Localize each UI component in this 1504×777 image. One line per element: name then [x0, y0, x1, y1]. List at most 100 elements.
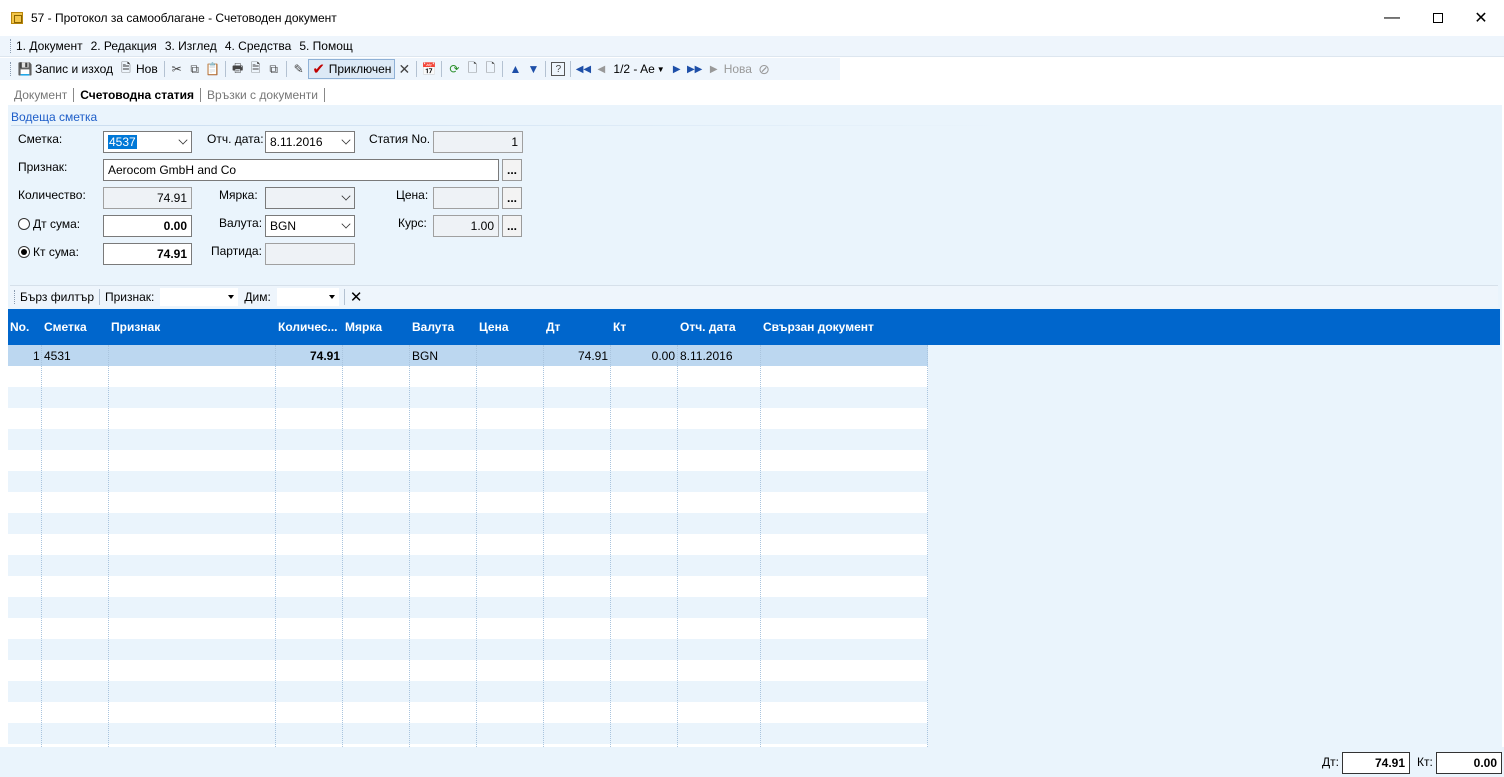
attribute-field[interactable]: Aerocom GmbH and Co	[103, 159, 499, 181]
attribute-browse-button[interactable]: ...	[502, 159, 522, 181]
menu-view[interactable]: 3. Изглед	[165, 39, 217, 53]
filter-attribute-label: Признак:	[105, 289, 155, 304]
rate-browse-button[interactable]: ...	[502, 215, 522, 237]
chevron-down-icon	[228, 294, 235, 299]
page-copy-icon[interactable]: 🗋	[463, 59, 481, 79]
edit-icon[interactable]: ✎	[290, 59, 308, 79]
cell-quantity: 74.91	[309, 349, 340, 363]
menu-document[interactable]: 1. Документ	[16, 39, 83, 53]
quick-filter-bar: Бърз филтър Признак: Дим: ✕	[10, 285, 1498, 307]
tab-document-links[interactable]: Връзки с документи	[201, 85, 324, 105]
col-linked-document[interactable]: Свързан документ	[763, 320, 874, 334]
col-debit[interactable]: Дт	[546, 320, 560, 334]
grid-column-line	[342, 345, 343, 747]
col-price[interactable]: Цена	[479, 320, 509, 334]
refresh-icon[interactable]: ⟳	[445, 59, 463, 79]
account-label: Сметка:	[18, 132, 63, 146]
page-selector[interactable]: 1/2 - Ae ▼	[610, 59, 667, 79]
filter-dim-combo[interactable]	[276, 287, 339, 306]
toolbar-separator	[502, 61, 504, 77]
col-unit[interactable]: Мярка	[345, 320, 382, 334]
menu-grip	[10, 39, 12, 53]
price-browse-button[interactable]: ...	[502, 187, 522, 209]
col-credit[interactable]: Кт	[613, 320, 626, 334]
paste-icon[interactable]: 📋	[204, 59, 222, 79]
grid-column-line	[610, 345, 611, 747]
totals-bar: Дт: 74.91 Кт: 0.00	[0, 747, 1504, 777]
copy-icon[interactable]: ⧉	[186, 59, 204, 79]
account-combo[interactable]: 4537	[103, 131, 192, 153]
credit-amount-field[interactable]: 74.91	[103, 243, 192, 265]
maximize-button[interactable]	[1415, 0, 1461, 36]
page-icon[interactable]: 🗋	[481, 59, 499, 79]
currency-value: BGN	[270, 219, 297, 233]
empty-row	[8, 660, 928, 681]
col-attribute[interactable]: Признак	[111, 320, 160, 334]
col-report-date[interactable]: Отч. дата	[680, 320, 736, 334]
empty-row	[8, 534, 928, 555]
prev-record-icon[interactable]: ◀	[592, 59, 610, 79]
new-record-button[interactable]: ▶ Нова	[704, 59, 755, 79]
filter-separator	[99, 288, 100, 305]
col-quantity[interactable]: Количес...	[278, 320, 338, 334]
print-preview-icon[interactable]: 🗎	[247, 59, 265, 79]
report-date-picker[interactable]: 8.11.2016	[265, 131, 355, 153]
rate-field: 1.00	[433, 215, 499, 237]
filter-dim-label: Дим:	[244, 289, 271, 304]
table-row[interactable]: 1 4531 74.91 BGN 74.91 0.00 8.11.2016	[8, 345, 928, 366]
debit-radio[interactable]	[18, 218, 30, 230]
help-icon[interactable]: ?	[551, 62, 566, 76]
main-toolbar: 💾 Запис и изход 🗎 Нов ✂ ⧉ 📋 🖶 🗎 ⧉ ✎ ✔ Пр…	[0, 58, 840, 80]
empty-row	[8, 429, 928, 450]
window-title: 57 - Протокол за самооблагане - Счетовод…	[31, 11, 337, 25]
toolbar-separator	[570, 61, 572, 77]
cell-debit: 74.91	[577, 349, 608, 363]
report-date-value: 8.11.2016	[270, 135, 323, 149]
empty-row	[8, 555, 928, 576]
filter-attribute-combo[interactable]	[160, 287, 239, 306]
col-currency[interactable]: Валута	[412, 320, 454, 334]
debit-amount-field[interactable]: 0.00	[103, 215, 192, 237]
quantity-label: Количество:	[18, 188, 86, 202]
close-button[interactable]: ✕	[1458, 0, 1504, 36]
clear-filter-icon[interactable]: ✕	[350, 288, 363, 306]
entry-no-label: Статия No.	[369, 132, 431, 146]
new-button[interactable]: 🗎 Нов	[116, 59, 161, 79]
tab-divider	[324, 88, 326, 102]
first-record-icon[interactable]: ◀◀	[574, 59, 592, 79]
last-record-icon[interactable]: ▶▶	[686, 59, 704, 79]
menu-tools[interactable]: 4. Средства	[225, 39, 292, 53]
move-down-icon[interactable]: ▼	[524, 59, 542, 79]
cell-account: 4531	[44, 349, 71, 363]
save-exit-button[interactable]: 💾 Запис и изход	[15, 59, 116, 79]
block-icon[interactable]: ⊘	[755, 59, 773, 79]
cut-icon[interactable]: ✂	[168, 59, 186, 79]
minimize-button[interactable]: —	[1369, 0, 1415, 36]
quick-filter-label: Бърз филтър	[20, 289, 94, 304]
menu-help[interactable]: 5. Помощ	[299, 39, 352, 53]
print-icon[interactable]: 🖶	[229, 59, 247, 79]
finished-button[interactable]: ✔ Приключен	[307, 59, 396, 79]
finished-label: Приключен	[328, 62, 392, 76]
unit-combo[interactable]	[265, 187, 355, 209]
next-record-icon[interactable]: ▶	[668, 59, 686, 79]
empty-row	[8, 597, 928, 618]
toolbar-separator	[285, 61, 287, 77]
rate-value: 1.00	[470, 219, 494, 233]
app-icon	[11, 12, 23, 24]
col-account[interactable]: Сметка	[44, 320, 87, 334]
currency-combo[interactable]: BGN	[265, 215, 355, 237]
col-no[interactable]: No.	[10, 320, 29, 334]
move-up-icon[interactable]: ▲	[506, 59, 524, 79]
menu-edit[interactable]: 2. Редакция	[91, 39, 157, 53]
cancel-icon[interactable]: ✕	[395, 59, 413, 79]
copies-icon[interactable]: ⧉	[265, 59, 283, 79]
empty-row	[8, 492, 928, 513]
calendar-icon[interactable]: 📅	[420, 59, 438, 79]
credit-amount-value: 74.91	[156, 247, 187, 261]
tab-accounting-entry[interactable]: Счетоводна статия	[74, 85, 201, 105]
credit-radio[interactable]	[18, 246, 30, 258]
grid-column-line	[409, 345, 410, 747]
empty-row	[8, 387, 928, 408]
tab-document[interactable]: Документ	[8, 85, 73, 105]
